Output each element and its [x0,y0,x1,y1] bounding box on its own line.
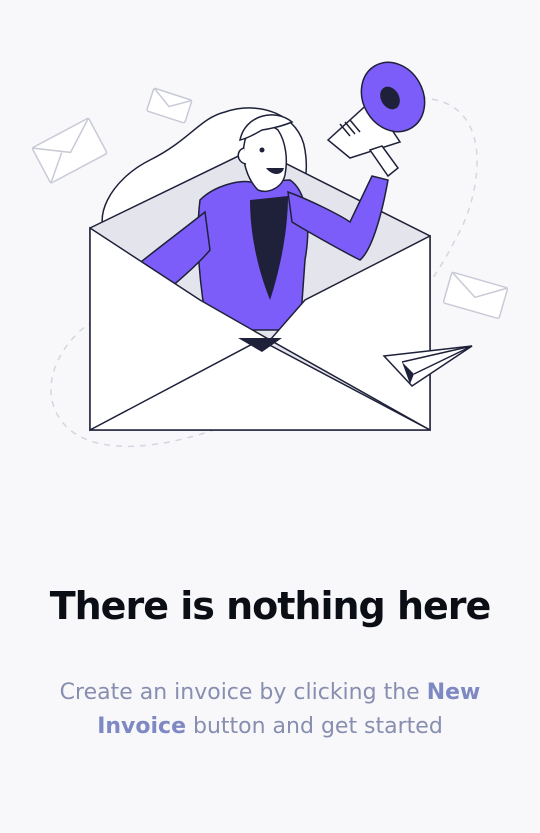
megaphone-icon [326,61,426,178]
empty-state-illustration [31,61,509,448]
empty-state-description: Create an invoice by clicking the New In… [30,676,510,744]
description-outro: button and get started [193,714,443,739]
empty-state-title: There is nothing here [49,584,492,628]
description-intro: Create an invoice by clicking the [59,680,420,705]
